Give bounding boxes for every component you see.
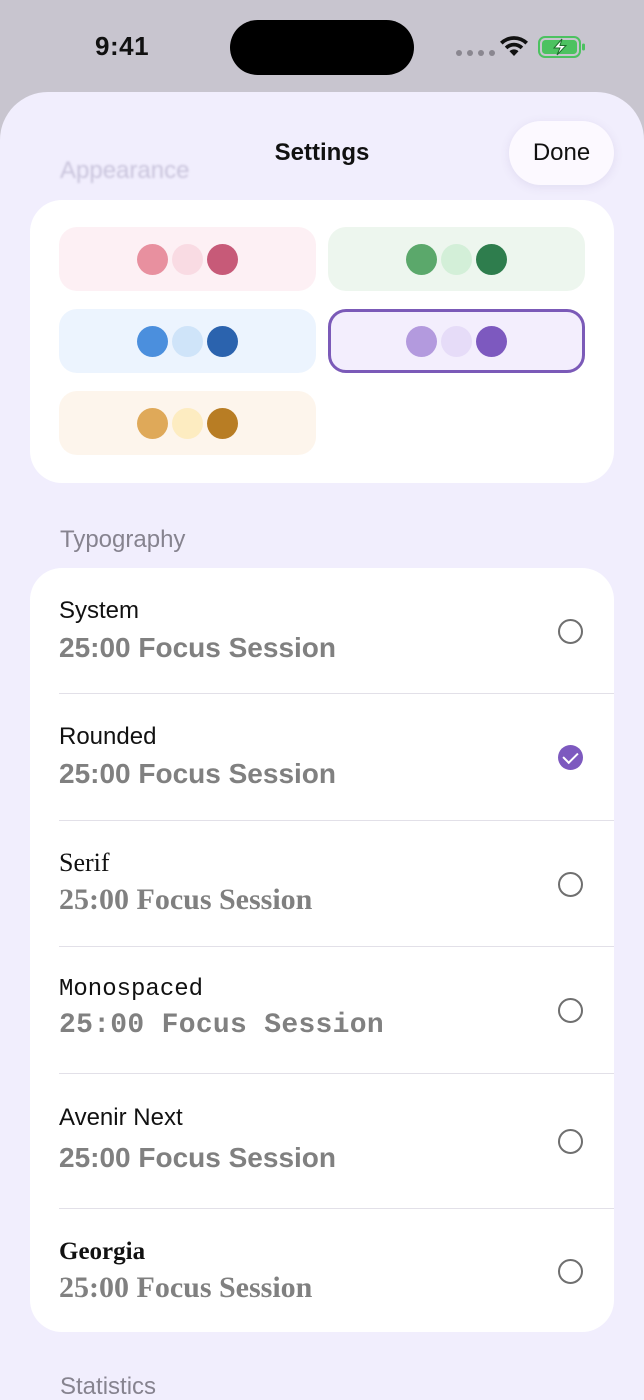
theme-swatch-blue[interactable] — [59, 309, 316, 373]
theme-swatch-pink[interactable] — [59, 227, 316, 291]
radio-unchecked-icon[interactable] — [558, 872, 583, 897]
font-option-label: Monospaced — [59, 976, 204, 1003]
color-dot — [137, 243, 168, 275]
font-option-system[interactable]: System 25:00 Focus Session — [30, 568, 614, 693]
font-option-rounded[interactable]: Rounded 25:00 Focus Session — [30, 694, 614, 820]
font-option-label: Georgia — [59, 1238, 146, 1265]
wifi-icon — [500, 36, 528, 56]
cellular-signal-icon — [456, 50, 495, 56]
battery-charging-icon — [538, 36, 585, 58]
done-button[interactable]: Done — [509, 121, 614, 185]
font-sample-text: 25:00 Focus Session — [59, 632, 337, 663]
section-header-typography: Typography — [60, 526, 186, 553]
color-dot — [441, 243, 472, 275]
section-header-appearance: Appearance — [60, 157, 190, 184]
color-dot — [172, 243, 203, 275]
theme-swatch-green[interactable] — [328, 227, 585, 291]
font-option-georgia[interactable]: Georgia 25:00 Focus Session — [30, 1209, 614, 1332]
radio-unchecked-icon[interactable] — [558, 619, 583, 644]
status-time: 9:41 — [95, 31, 150, 61]
color-dot — [207, 407, 238, 439]
font-option-label: Serif — [59, 848, 110, 877]
font-sample-text: 25:00 Focus Session — [59, 883, 313, 916]
checkmark-circle-icon[interactable] — [558, 745, 583, 770]
font-sample-text: 25:00 Focus Session — [59, 1142, 337, 1173]
theme-picker-card — [30, 200, 614, 483]
dynamic-island — [230, 20, 414, 75]
font-option-avenir-next[interactable]: Avenir Next 25:00 Focus Session — [30, 1074, 614, 1208]
font-option-label: Avenir Next — [59, 1104, 183, 1131]
font-option-label: System — [59, 597, 140, 624]
color-dot — [137, 325, 168, 357]
section-header-statistics: Statistics — [60, 1373, 157, 1400]
color-dot — [476, 325, 507, 357]
theme-swatch-orange[interactable] — [59, 391, 316, 455]
color-dot — [406, 325, 437, 357]
color-dot — [207, 243, 238, 275]
radio-unchecked-icon[interactable] — [558, 1129, 583, 1154]
settings-sheet: Settings Done Appearance Typography Syst… — [0, 92, 644, 1400]
font-option-label: Rounded — [59, 723, 157, 750]
radio-unchecked-icon[interactable] — [558, 998, 583, 1023]
status-bar: 9:41 — [0, 0, 644, 92]
theme-swatch-purple[interactable] — [328, 309, 585, 373]
color-dot — [137, 407, 168, 439]
typography-list: System 25:00 Focus Session Rounded 25:00… — [30, 568, 614, 1332]
font-option-serif[interactable]: Serif 25:00 Focus Session — [30, 821, 614, 946]
color-dot — [172, 407, 203, 439]
font-sample-text: 25:00 Focus Session — [59, 1271, 313, 1304]
radio-unchecked-icon[interactable] — [558, 1259, 583, 1284]
font-sample-text: 25:00 Focus Session — [59, 758, 337, 789]
color-dot — [441, 325, 472, 357]
font-option-monospaced[interactable]: Monospaced 25:00 Focus Session — [30, 947, 614, 1073]
color-dot — [476, 243, 507, 275]
font-sample-text: 25:00 Focus Session — [59, 1010, 384, 1041]
color-dot — [406, 243, 437, 275]
color-dot — [207, 325, 238, 357]
color-dot — [172, 325, 203, 357]
